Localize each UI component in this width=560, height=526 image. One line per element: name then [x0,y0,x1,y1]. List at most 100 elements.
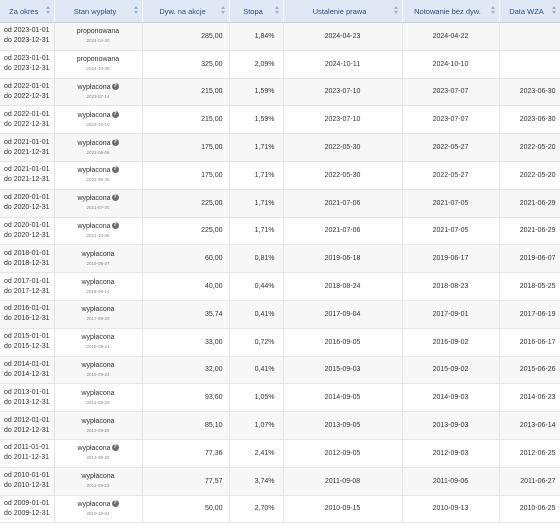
header-record-date[interactable]: Ustalenie prawa [283,0,403,23]
agm-date-cell: 2023-06-30 [499,105,560,135]
period-to: do 2016-12-31 [4,315,50,323]
period-to: do 2018-12-31 [4,259,50,267]
status-label: wypłacona [77,167,111,175]
header-dividend[interactable]: Dyw. na akcje [142,0,230,23]
status-date: 2012-09-25 [86,455,110,461]
dividend-cell: 40,00 [142,272,230,301]
sort-arrows-icon[interactable] [551,6,557,16]
header-yield[interactable]: Stopa [229,0,284,23]
status-date: 2023-07-14 [86,93,110,99]
question-mark-icon[interactable]: ? [111,194,119,202]
period-cell: od 2012-01-01 do 2012-12-31 [0,411,55,440]
agm-date-cell: 2021-06-29 [499,217,560,246]
status-label: wypłacona [77,83,111,91]
table-row: od 2011-01-01 do 2011-12-31 wypłacona? 2012… [0,439,560,468]
question-mark-icon[interactable]: ? [111,166,119,174]
dividend-cell: 77,36 [142,439,230,468]
period-to: do 2020-12-31 [4,231,50,239]
yield-cell: 0,81% [229,244,284,274]
question-mark-icon[interactable]: ? [111,110,119,118]
header-period[interactable]: Za okres [0,0,55,23]
period-from: od 2011-01-01 [4,444,50,452]
agm-date-cell [499,22,560,51]
sort-arrows-icon[interactable] [220,6,226,16]
agm-date-cell: 2022-05-20 [499,161,560,190]
sort-arrows-icon[interactable] [490,6,496,16]
period-from: od 2018-01-01 [4,249,50,257]
record-date-cell: 2012-09-05 [283,439,403,468]
period-cell: od 2015-01-01 do 2015-12-31 [0,328,55,357]
header-status[interactable]: Stan wypłaty [54,0,143,23]
yield-cell: 1,07% [229,411,284,440]
dividend-cell: 175,00 [142,133,230,162]
table-row: od 2017-01-01 do 2017-12-31 wypłacona 2018-… [0,272,560,301]
status-date: 2017-09-20 [86,316,110,322]
record-date-cell: 2024-04-23 [283,22,403,51]
table-row: od 2009-01-01 do 2009-12-31 wypłacona? 2010… [0,495,560,524]
yield-cell: 1,71% [229,133,284,162]
status-cell: proponowana 2024-04-30 [54,22,143,51]
sort-arrows-icon[interactable] [274,6,280,16]
ex-date-cell: 2015-09-02 [402,356,500,385]
status-label: proponowana [76,28,120,36]
yield-cell: 2,09% [229,50,284,79]
record-date-cell: 2010-09-15 [283,495,403,524]
period-from: od 2010-01-01 [4,472,50,480]
record-date-cell: 2015-09-03 [283,356,403,385]
record-date-cell: 2013-09-05 [283,411,403,440]
header-agm-date[interactable]: Data WZA [499,0,560,23]
period-from: od 2015-01-01 [4,333,50,341]
status-label: wypłacona [81,250,115,258]
status-cell: wypłacona? 2022-08-30 [54,161,143,190]
status-date: 2010-10-04 [86,510,110,516]
question-mark-icon[interactable]: ? [111,82,119,90]
status-cell: wypłacona 2013-09-25 [54,411,143,440]
sort-arrows-icon[interactable] [133,6,139,16]
status-date: 2018-09-14 [86,288,110,294]
question-mark-icon[interactable]: ? [111,444,119,452]
status-date: 2013-09-25 [86,427,110,433]
record-date-cell: 2011-09-08 [283,467,403,496]
question-mark-icon[interactable]: ? [111,499,119,507]
question-mark-icon[interactable]: ? [111,221,119,229]
agm-date-cell: 2018-05-25 [499,272,560,301]
period-cell: od 2017-01-01 do 2017-12-31 [0,272,55,301]
ex-date-cell: 2021-07-05 [402,217,500,246]
sort-arrows-icon[interactable] [393,6,399,16]
status-cell: wypłacona? 2023-10-10 [54,105,143,135]
period-to: do 2011-12-31 [4,454,50,462]
header-ex-date[interactable]: Notowanie bez dyw. [402,0,500,23]
status-date: 2019-06-27 [86,260,110,266]
period-from: od 2012-01-01 [4,416,50,424]
record-date-cell: 2022-05-30 [283,133,403,162]
period-to: do 2015-12-31 [4,343,50,351]
table-row: od 2018-01-01 do 2018-12-31 wypłacona 2019-… [0,244,560,274]
status-label: wypłacona [77,111,111,119]
yield-cell: 2,41% [229,439,284,468]
dividend-cell: 85,10 [142,411,230,440]
agm-date-cell: 2011-06-27 [499,467,560,496]
status-label: wypłacona [81,389,115,397]
sort-arrows-icon[interactable] [45,6,51,16]
table-row: od 2013-01-01 do 2013-12-31 wypłacona 2014-… [0,383,560,413]
period-from: od 2016-01-01 [4,305,50,313]
agm-date-cell: 2023-06-30 [499,78,560,107]
ex-date-cell: 2011-09-06 [402,467,500,496]
question-mark-icon[interactable]: ? [111,138,119,146]
period-to: do 2017-12-31 [4,287,50,295]
record-date-cell: 2024-10-11 [283,50,403,79]
ex-date-cell: 2012-09-03 [402,439,500,468]
period-to: do 2014-12-31 [4,370,50,378]
period-cell: od 2022-01-01 do 2022-12-31 [0,78,55,107]
dividend-cell: 33,00 [142,328,230,357]
status-date: 2024-04-30 [86,38,110,44]
period-cell: od 2023-01-01 do 2023-12-31 [0,50,55,79]
ex-date-cell: 2018-08-23 [402,272,500,301]
ex-date-cell: 2013-09-03 [402,411,500,440]
dividend-cell: 285,00 [142,22,230,51]
period-cell: od 2021-01-01 do 2021-12-31 [0,133,55,162]
yield-cell: 0,44% [229,272,284,301]
record-date-cell: 2018-08-24 [283,272,403,301]
yield-cell: 0,41% [229,300,284,329]
status-label: proponowana [76,56,120,64]
